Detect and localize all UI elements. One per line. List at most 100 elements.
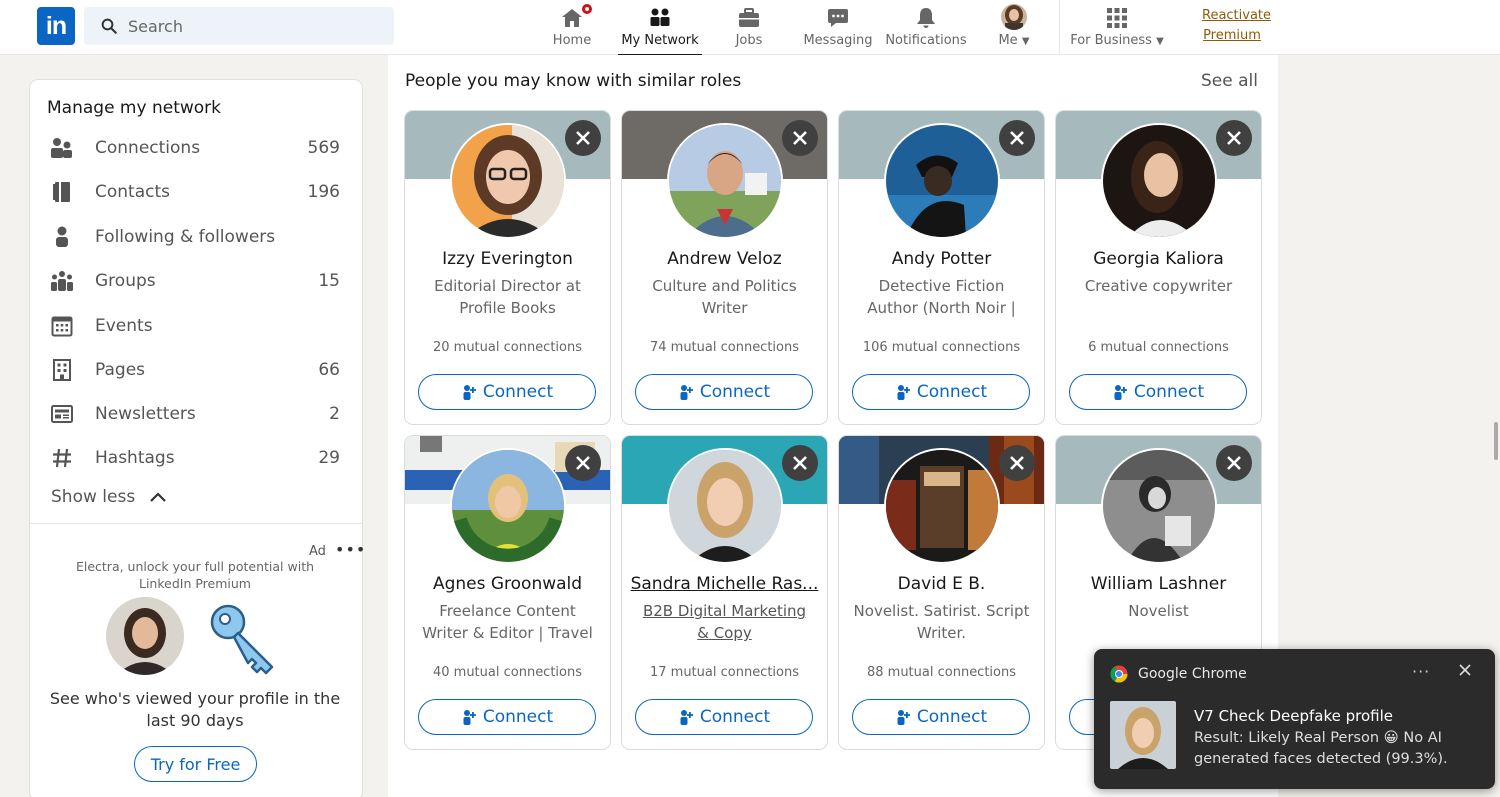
connect-button[interactable]: Connect bbox=[418, 699, 596, 735]
profile-photo[interactable] bbox=[884, 448, 1000, 564]
try-for-free-button[interactable]: Try for Free bbox=[134, 746, 257, 782]
mutual-connections[interactable]: 6 mutual connections bbox=[1062, 340, 1255, 355]
mutual-connections[interactable]: 40 mutual connections bbox=[411, 665, 604, 680]
search-input[interactable] bbox=[128, 16, 368, 36]
person-card[interactable]: Sandra Michelle Ras... B2B Digital Marke… bbox=[622, 436, 827, 749]
person-name[interactable]: Georgia Kaliora bbox=[1062, 249, 1255, 269]
sidebar-item-label: Connections bbox=[95, 138, 201, 158]
person-name[interactable]: William Lashner bbox=[1062, 574, 1255, 594]
mutual-connections[interactable]: 20 mutual connections bbox=[411, 340, 604, 355]
see-all-link[interactable]: See all bbox=[1201, 71, 1258, 91]
notification-more-button[interactable]: ··· bbox=[1412, 662, 1430, 681]
nav-jobs[interactable]: Jobs bbox=[733, 4, 765, 52]
connect-label: Connect bbox=[482, 707, 554, 727]
mutual-connections[interactable]: 74 mutual connections bbox=[628, 340, 821, 355]
sidebar-item-contacts[interactable]: Contacts 196 bbox=[50, 172, 340, 212]
profile-photo[interactable] bbox=[667, 448, 783, 564]
section-title: People you may know with similar roles bbox=[405, 71, 742, 91]
page-scrollbar[interactable] bbox=[1494, 422, 1498, 460]
person-name[interactable]: Izzy Everington bbox=[411, 249, 604, 269]
nav-for-business[interactable]: For Business ▼ bbox=[1070, 4, 1164, 52]
building-icon bbox=[53, 359, 71, 381]
dismiss-button[interactable] bbox=[565, 445, 601, 481]
contacts-icon bbox=[53, 182, 70, 202]
dismiss-button[interactable] bbox=[782, 445, 818, 481]
nav-me[interactable]: Me ▼ bbox=[996, 4, 1032, 52]
close-icon bbox=[793, 131, 807, 145]
sidebar-item-label: Groups bbox=[95, 271, 156, 291]
profile-photo[interactable] bbox=[1101, 123, 1217, 239]
person-headline: Culture and Politics Writer bbox=[652, 277, 797, 317]
show-less-label: Show less bbox=[51, 487, 136, 507]
show-less-button[interactable]: Show less bbox=[51, 487, 167, 507]
premium-line-2: Premium bbox=[1203, 28, 1261, 43]
person-headline[interactable]: B2B Digital Marketing & Copy bbox=[636, 600, 813, 644]
briefcase-icon bbox=[739, 8, 759, 27]
connections-icon bbox=[51, 138, 72, 158]
sidebar-item-count: 569 bbox=[307, 138, 340, 158]
mutual-connections[interactable]: 106 mutual connections bbox=[845, 340, 1038, 355]
for-business-label: For Business bbox=[1070, 33, 1152, 48]
dismiss-button[interactable] bbox=[782, 120, 818, 156]
notification-profile-photo bbox=[1110, 701, 1176, 769]
nav-messaging[interactable]: Messaging bbox=[803, 4, 873, 52]
chrome-icon bbox=[1110, 665, 1128, 683]
ad-profile-photo bbox=[106, 597, 184, 675]
chevron-up-icon bbox=[150, 492, 166, 502]
nav-home[interactable]: Home bbox=[552, 2, 594, 52]
dismiss-button[interactable] bbox=[1216, 120, 1252, 156]
sidebar-item-count: 29 bbox=[318, 448, 340, 468]
chrome-notification[interactable]: Google Chrome ··· V7 Check Deepfake prof… bbox=[1094, 649, 1495, 789]
person-card[interactable]: Andrew Veloz Culture and Politics Writer… bbox=[622, 111, 827, 424]
sidebar-item-groups[interactable]: Groups 15 bbox=[50, 261, 340, 301]
mutual-connections[interactable]: 88 mutual connections bbox=[845, 665, 1038, 680]
sidebar-item-label: Following & followers bbox=[95, 227, 276, 247]
linkedin-logo[interactable]: in bbox=[37, 7, 75, 45]
person-card[interactable]: Agnes Groonwald Freelance Content Writer… bbox=[405, 436, 610, 749]
sidebar-item-pages[interactable]: Pages 66 bbox=[50, 350, 340, 390]
dismiss-button[interactable] bbox=[565, 120, 601, 156]
person-name[interactable]: Andy Potter bbox=[845, 249, 1038, 269]
sidebar-item-count: 196 bbox=[307, 182, 340, 202]
person-name[interactable]: David E B. bbox=[845, 574, 1038, 594]
sidebar-item-following[interactable]: Following & followers bbox=[50, 217, 340, 257]
connect-button[interactable]: Connect bbox=[852, 699, 1030, 735]
sidebar-item-events[interactable]: Events bbox=[50, 306, 340, 346]
person-card[interactable]: Georgia Kaliora Creative copywriter 6 mu… bbox=[1056, 111, 1261, 424]
connect-button[interactable]: Connect bbox=[635, 374, 813, 410]
profile-photo[interactable] bbox=[1101, 448, 1217, 564]
sidebar-item-newsletters[interactable]: Newsletters 2 bbox=[50, 394, 340, 434]
nav-my-network[interactable]: My Network bbox=[618, 4, 702, 56]
dismiss-button[interactable] bbox=[1216, 445, 1252, 481]
profile-photo[interactable] bbox=[667, 123, 783, 239]
person-name[interactable]: Sandra Michelle Ras... bbox=[628, 574, 821, 594]
person-name[interactable]: Andrew Veloz bbox=[628, 249, 821, 269]
person-name[interactable]: Agnes Groonwald bbox=[411, 574, 604, 594]
person-card[interactable]: Andy Potter Detective Fiction Author (No… bbox=[839, 111, 1044, 424]
profile-photo[interactable] bbox=[450, 448, 566, 564]
nav-label: Home bbox=[552, 33, 592, 48]
close-icon[interactable] bbox=[1458, 663, 1472, 677]
reactivate-premium-link[interactable]: Reactivate Premium bbox=[1202, 6, 1271, 46]
connect-button[interactable]: Connect bbox=[635, 699, 813, 735]
dismiss-button[interactable] bbox=[999, 120, 1035, 156]
search-box[interactable] bbox=[84, 7, 394, 45]
network-icon bbox=[650, 8, 670, 26]
nav-notifications[interactable]: Notifications bbox=[885, 4, 967, 52]
sidebar-item-count: 2 bbox=[329, 404, 340, 424]
ad-label: Ad bbox=[309, 544, 326, 559]
connect-button[interactable]: Connect bbox=[1069, 374, 1247, 410]
ad-more-button[interactable]: ••• bbox=[335, 540, 366, 559]
sidebar-item-hashtags[interactable]: Hashtags 29 bbox=[50, 438, 340, 478]
profile-photo[interactable] bbox=[884, 123, 1000, 239]
mutual-connections[interactable]: 17 mutual connections bbox=[628, 665, 821, 680]
connect-button[interactable]: Connect bbox=[852, 374, 1030, 410]
connect-button[interactable]: Connect bbox=[418, 374, 596, 410]
person-card[interactable]: Izzy Everington Editorial Director at Pr… bbox=[405, 111, 610, 424]
dismiss-button[interactable] bbox=[999, 445, 1035, 481]
sidebar-item-connections[interactable]: Connections 569 bbox=[50, 128, 340, 168]
person-icon bbox=[56, 226, 68, 247]
person-card[interactable]: David E B. Novelist. Satirist. Script Wr… bbox=[839, 436, 1044, 749]
sidebar-item-count: 15 bbox=[318, 271, 340, 291]
profile-photo[interactable] bbox=[450, 123, 566, 239]
